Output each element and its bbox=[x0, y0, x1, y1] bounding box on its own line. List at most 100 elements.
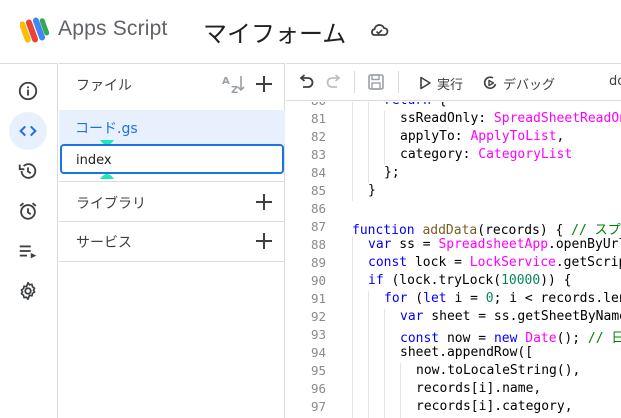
code-text: }; bbox=[384, 165, 400, 180]
indent-guide bbox=[368, 291, 369, 309]
indent-guide bbox=[400, 399, 401, 417]
line-number: 89 bbox=[310, 255, 326, 270]
add-library-button[interactable] bbox=[253, 191, 275, 213]
files-title: ファイル bbox=[76, 78, 132, 94]
add-service-button[interactable] bbox=[253, 230, 275, 252]
indent-guide bbox=[400, 363, 401, 381]
line-number: 84 bbox=[310, 165, 326, 180]
line-number: 90 bbox=[310, 273, 326, 288]
rail-history-button[interactable] bbox=[9, 152, 47, 190]
line-number: 95 bbox=[310, 363, 326, 378]
line-number: 80 bbox=[286, 102, 326, 108]
code-line[interactable]: 83 category: CategoryList bbox=[286, 147, 621, 165]
indent-guide bbox=[368, 399, 369, 417]
indent-guide bbox=[352, 165, 353, 183]
code-line[interactable]: 84}; bbox=[286, 165, 621, 183]
code-text: records[i].category, bbox=[416, 399, 573, 414]
code-line[interactable]: 88 var ss = SpreadsheetApp.openByUrl bbox=[286, 237, 621, 255]
indent-guide bbox=[368, 111, 369, 129]
play-icon bbox=[420, 76, 431, 90]
apps-script-logo-icon[interactable] bbox=[20, 15, 50, 47]
code-text: category: CategoryList bbox=[400, 147, 573, 162]
rename-file-box[interactable] bbox=[60, 144, 284, 174]
indent-guide bbox=[352, 381, 353, 399]
save-icon[interactable] bbox=[366, 72, 386, 92]
indent-guide bbox=[384, 129, 385, 147]
line-number: 92 bbox=[310, 309, 326, 324]
code-line[interactable]: 82 applyTo: ApplyToList, bbox=[286, 129, 621, 147]
code-editor[interactable]: 80 return { 81 ssReadOnly: SpreadSheetReadO… bbox=[286, 102, 621, 418]
indent-guide bbox=[352, 327, 353, 345]
indent-guide bbox=[352, 255, 353, 273]
info-icon bbox=[18, 81, 38, 101]
rename-file-input[interactable] bbox=[76, 151, 266, 169]
line-number: 83 bbox=[310, 147, 326, 162]
file-item-code-gs[interactable]: コード.gs bbox=[59, 110, 285, 144]
code-line[interactable]: 87 function addData(records) { // スプ bbox=[286, 219, 621, 238]
line-number: 96 bbox=[310, 381, 326, 396]
code-text: applyTo: ApplyToList, bbox=[400, 129, 565, 144]
code-line[interactable]: 85} bbox=[286, 183, 621, 201]
code-text: } bbox=[368, 183, 376, 198]
line-number: 87 bbox=[310, 219, 326, 234]
code-line[interactable]: 93 const now = new Date(); // 日 bbox=[286, 327, 621, 346]
code-line[interactable]: 97 records[i].category, bbox=[286, 399, 621, 417]
indent-guide bbox=[400, 381, 401, 399]
code-line[interactable]: 90 if (lock.tryLock(10000)) { bbox=[286, 273, 621, 291]
line-number: 85 bbox=[310, 183, 326, 198]
rail-executions-button[interactable] bbox=[9, 232, 47, 270]
rail-overview-button[interactable] bbox=[9, 72, 47, 110]
undo-icon[interactable] bbox=[296, 72, 316, 92]
navigation-rail bbox=[0, 63, 58, 418]
drag-handle-bottom-icon[interactable] bbox=[100, 171, 114, 179]
line-number: 93 bbox=[310, 327, 326, 342]
add-file-button[interactable] bbox=[253, 73, 275, 95]
indent-guide bbox=[352, 102, 353, 111]
sort-az-icon[interactable]: A Z bbox=[221, 73, 245, 95]
history-icon bbox=[18, 163, 37, 179]
code-line[interactable]: 86 bbox=[286, 201, 621, 219]
libraries-row[interactable]: ライブラリ bbox=[59, 182, 285, 222]
file-name: コード.gs bbox=[75, 121, 138, 137]
line-number: 88 bbox=[310, 237, 326, 252]
code-text: for (let i = 0; i < records.len bbox=[384, 291, 621, 306]
gear-icon bbox=[20, 281, 36, 301]
debug-icon bbox=[483, 76, 497, 89]
code-line[interactable]: 80 return { bbox=[286, 102, 621, 111]
indent-guide bbox=[352, 309, 353, 327]
services-row[interactable]: サービス bbox=[59, 221, 285, 261]
debug-button[interactable]: デバッグ bbox=[483, 73, 555, 93]
line-number: 94 bbox=[310, 345, 326, 360]
run-button[interactable]: 実行 bbox=[417, 73, 463, 93]
indent-guide bbox=[352, 129, 353, 147]
svg-text:Z: Z bbox=[231, 85, 238, 95]
executions-list-icon bbox=[19, 245, 37, 259]
code-line[interactable]: 89 const lock = LockService.getScrip bbox=[286, 255, 621, 273]
code-text: return { bbox=[384, 102, 447, 108]
rail-editor-button[interactable] bbox=[9, 112, 47, 150]
indent-guide bbox=[368, 327, 369, 345]
app-name[interactable]: Apps Script bbox=[58, 17, 168, 41]
project-title[interactable]: マイフォーム bbox=[203, 14, 346, 49]
rail-triggers-button[interactable] bbox=[9, 192, 47, 230]
code-line[interactable]: 92 var sheet = ss.getSheetByName bbox=[286, 309, 621, 327]
redo-icon[interactable] bbox=[324, 72, 344, 92]
indent-guide bbox=[368, 102, 369, 111]
code-line[interactable]: 96 records[i].name, bbox=[286, 381, 621, 399]
code-line[interactable]: 95 now.toLocaleString(), bbox=[286, 363, 621, 381]
code-text: var ss = SpreadsheetApp.openByUrl bbox=[368, 237, 621, 252]
code-text: now.toLocaleString(), bbox=[416, 363, 581, 378]
code-line[interactable]: 91 for (let i = 0; i < records.len bbox=[286, 291, 621, 309]
function-select[interactable]: doGet bbox=[609, 74, 621, 89]
indent-guide bbox=[384, 309, 385, 327]
code-text: var sheet = ss.getSheetByName bbox=[400, 309, 621, 324]
indent-guide bbox=[384, 381, 385, 399]
libraries-label: ライブラリ bbox=[76, 196, 146, 212]
code-line[interactable]: 81 ssReadOnly: SpreadSheetReadOnly, bbox=[286, 111, 621, 129]
indent-guide bbox=[352, 273, 353, 291]
rail-settings-button[interactable] bbox=[9, 272, 47, 310]
indent-guide bbox=[352, 345, 353, 363]
alarm-icon bbox=[19, 202, 37, 220]
code-icon bbox=[19, 125, 37, 137]
code-line[interactable]: 94 sheet.appendRow([ bbox=[286, 345, 621, 363]
